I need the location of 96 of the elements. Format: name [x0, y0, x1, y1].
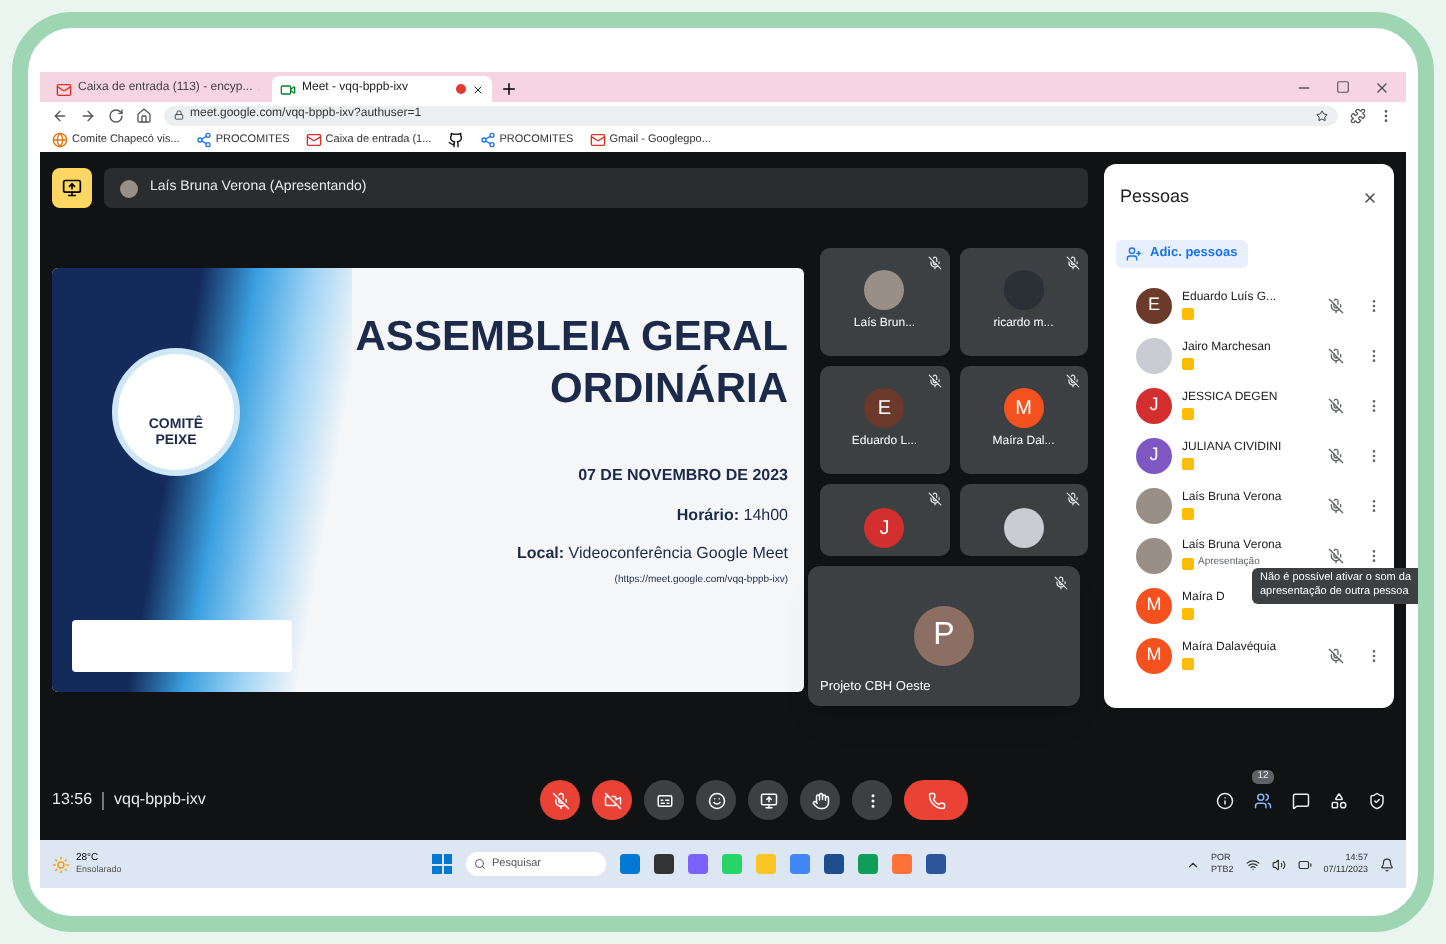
avatar: M [1003, 388, 1044, 428]
github-icon [447, 132, 464, 148]
globe-icon [52, 132, 68, 148]
mic-off-icon [1054, 576, 1068, 590]
share-icon [479, 132, 496, 148]
camera-off-button[interactable] [592, 780, 632, 820]
people-icon[interactable] [1254, 791, 1272, 809]
windows-start-icon[interactable] [432, 854, 452, 874]
app-icon[interactable] [824, 854, 844, 874]
bookmark[interactable] [447, 132, 464, 148]
chevron-up-icon[interactable] [1185, 857, 1200, 871]
search-icon [474, 858, 486, 870]
reload-icon[interactable] [108, 107, 124, 123]
mic-off-icon[interactable] [1328, 447, 1344, 463]
hand-badge [1182, 358, 1194, 370]
hand-icon [811, 791, 829, 809]
captions-icon [655, 791, 673, 809]
close-icon[interactable] [472, 83, 484, 95]
mic-off-icon[interactable] [1328, 547, 1344, 563]
hand-badge [1182, 608, 1194, 620]
end-icon [927, 791, 945, 809]
present-button[interactable] [748, 780, 788, 820]
chat-icon[interactable] [1292, 791, 1310, 809]
more-button[interactable] [852, 780, 892, 820]
slide-title: ORDINÁRIA [550, 364, 788, 416]
video-icon [280, 81, 296, 97]
presenting-button[interactable] [52, 168, 92, 208]
avatar: M [1136, 587, 1172, 623]
hand-badge [1182, 658, 1194, 670]
present-icon [759, 791, 777, 809]
lock-icon [174, 110, 184, 120]
mic-off-icon[interactable] [1328, 497, 1344, 513]
avatar: J [1136, 437, 1172, 473]
slide-date: 07 DE NOVEMBRO DE 2023 [578, 464, 788, 488]
captions-button[interactable] [644, 780, 684, 820]
volume-icon[interactable] [1271, 857, 1286, 871]
add-person-icon [1126, 245, 1142, 261]
avatar: E [1136, 287, 1172, 323]
meeting-clock: 13:56 [52, 788, 93, 812]
panel-title: Pessoas [1120, 184, 1190, 210]
avatar: P [914, 606, 974, 666]
mic-off-button[interactable] [540, 780, 580, 820]
hand-badge [1182, 308, 1194, 320]
mic-off-icon[interactable] [1328, 347, 1344, 363]
battery-icon[interactable] [1297, 857, 1312, 871]
home-icon[interactable] [136, 107, 152, 123]
mic-off-icon[interactable] [1328, 297, 1344, 313]
screen-icon [62, 178, 82, 198]
avatar-silhouette [120, 179, 138, 197]
emoji-button[interactable] [696, 780, 736, 820]
raise-hand-button[interactable] [800, 780, 840, 820]
mic-off-icon[interactable] [1328, 647, 1344, 663]
emoji-icon [707, 791, 725, 809]
slide-place: Local: Videoconferência Google Meet [517, 542, 788, 566]
star-icon[interactable] [1316, 109, 1328, 121]
mail-icon [589, 132, 606, 148]
camera-icon [603, 791, 621, 809]
end-call-button[interactable] [904, 780, 968, 820]
share-icon [195, 132, 212, 148]
forward-icon[interactable] [80, 107, 96, 123]
close-icon[interactable] [1362, 189, 1378, 206]
info-icon[interactable] [1216, 791, 1234, 809]
hand-badge [1182, 408, 1194, 420]
extensions-icon[interactable] [1350, 107, 1366, 123]
mic-off-icon[interactable] [1328, 397, 1344, 413]
bell-icon[interactable] [1380, 857, 1394, 871]
app-icon[interactable] [926, 854, 946, 874]
wifi-icon[interactable] [1245, 857, 1260, 871]
slide-time: Horário: 14h00 [676, 504, 788, 528]
mail-icon [56, 81, 72, 97]
shield-icon[interactable] [1368, 791, 1386, 809]
maximize-icon[interactable] [1336, 80, 1350, 94]
avatar: J [864, 508, 905, 548]
hand-badge [1182, 558, 1194, 570]
participant-tile[interactable]: J [820, 484, 949, 556]
avatar: J [1136, 387, 1172, 423]
mic-off-icon [927, 374, 941, 388]
mic-off-icon [1066, 492, 1080, 506]
mic-icon [551, 791, 569, 809]
mic-off-icon [1066, 256, 1080, 270]
back-icon[interactable] [52, 107, 68, 123]
new-tab-icon[interactable] [500, 80, 518, 98]
sun-icon [52, 855, 70, 873]
meeting-code: vqq-bppb-ixv [114, 788, 206, 812]
app-icon[interactable] [654, 854, 674, 874]
activities-icon[interactable] [1330, 791, 1348, 809]
avatar: M [1136, 637, 1172, 673]
mic-off-icon [1066, 374, 1080, 388]
hand-badge [1182, 458, 1194, 470]
mail-icon [305, 132, 322, 148]
avatar: E [864, 388, 905, 428]
mic-off-icon [927, 492, 941, 506]
mic-off-icon [927, 256, 941, 270]
hand-badge [1182, 508, 1194, 520]
participant-tile[interactable] [959, 484, 1088, 556]
slide-title: ASSEMBLEIA GERAL [355, 312, 788, 364]
